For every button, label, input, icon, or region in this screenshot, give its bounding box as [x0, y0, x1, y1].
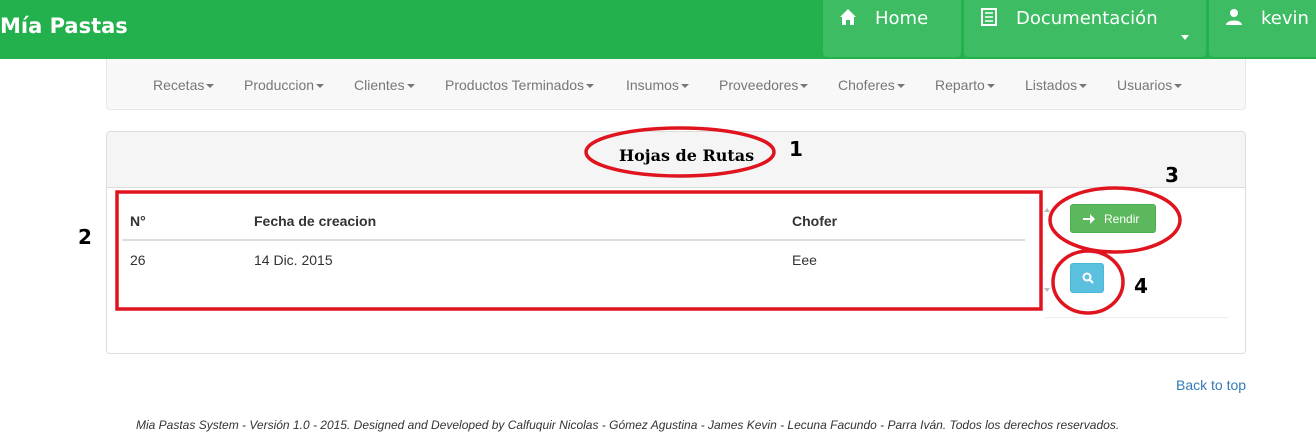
menu-label: Proveedores [719, 77, 799, 93]
menu-label: Listados [1025, 77, 1078, 93]
menu-proveedores[interactable]: Proveedores [719, 77, 809, 93]
caret-icon [986, 84, 995, 89]
document-icon [981, 8, 997, 26]
menu-produccion[interactable]: Produccion [244, 77, 325, 93]
cell-chofer[interactable]: Eee [792, 252, 817, 268]
search-button[interactable] [1070, 263, 1104, 293]
menu-insumos[interactable]: Insumos [626, 77, 689, 93]
caret-icon [586, 84, 595, 89]
menu-listados[interactable]: Listados [1025, 77, 1088, 93]
menu-label: Produccion [244, 77, 315, 93]
main-menu: Recetas Produccion Clientes Productos Te… [106, 59, 1246, 110]
nav-user-label: kevin [1261, 8, 1309, 29]
annotation-number-1: 1 [789, 137, 803, 161]
annotation-number-3: 3 [1165, 163, 1179, 187]
menu-label: Reparto [935, 77, 985, 93]
divider [1045, 317, 1229, 318]
brand-logo[interactable]: Mía Pastas [0, 14, 128, 38]
hojas-de-rutas-panel: Hojas de Rutas [106, 131, 1246, 354]
home-icon [840, 9, 856, 25]
chevron-down-icon [1181, 35, 1189, 40]
menu-label: Insumos [626, 77, 679, 93]
rendir-button[interactable]: Rendir [1070, 204, 1156, 233]
menu-label: Choferes [838, 77, 895, 93]
column-header-fecha[interactable]: Fecha de creacion [254, 213, 376, 229]
column-header-numero[interactable]: N° [130, 213, 146, 229]
nav-documentacion-label: Documentación [1016, 8, 1158, 29]
menu-recetas[interactable]: Recetas [153, 77, 215, 93]
caret-icon [206, 84, 215, 89]
panel-heading: Hojas de Rutas [107, 132, 1245, 188]
back-to-top-link[interactable]: Back to top [1176, 377, 1246, 393]
annotation-number-2: 2 [78, 225, 92, 249]
menu-reparto[interactable]: Reparto [935, 77, 995, 93]
menu-usuarios[interactable]: Usuarios [1117, 77, 1183, 93]
menu-label: Clientes [354, 77, 405, 93]
scroll-up-icon[interactable] [1044, 208, 1050, 212]
arrow-right-icon [1083, 214, 1095, 224]
caret-icon [800, 84, 809, 89]
scroll-down-icon[interactable] [1044, 288, 1050, 292]
user-icon [1226, 9, 1242, 25]
footer-text: Mia Pastas System - Versión 1.0 - 2015. … [136, 418, 1120, 432]
nav-user[interactable]: kevin [1209, 0, 1316, 57]
cell-fecha[interactable]: 14 Dic. 2015 [254, 252, 333, 268]
panel-title: Hojas de Rutas [619, 146, 755, 165]
caret-icon [1174, 84, 1183, 89]
annotation-number-4: 4 [1134, 274, 1148, 298]
menu-choferes[interactable]: Choferes [838, 77, 905, 93]
caret-icon [1079, 84, 1088, 89]
cell-numero[interactable]: 26 [130, 252, 146, 268]
nav-home[interactable]: Home [823, 0, 961, 57]
menu-clientes[interactable]: Clientes [354, 77, 415, 93]
caret-icon [896, 84, 905, 89]
search-icon [1082, 272, 1094, 284]
column-header-chofer[interactable]: Chofer [792, 213, 837, 229]
menu-label: Usuarios [1117, 77, 1173, 93]
nav-home-label: Home [875, 8, 929, 29]
rendir-label: Rendir [1104, 212, 1140, 226]
menu-label: Productos Terminados [445, 77, 585, 93]
caret-icon [406, 84, 415, 89]
table-header-divider [122, 239, 1025, 241]
nav-documentacion[interactable]: Documentación [964, 0, 1206, 57]
top-navbar: Mía Pastas Home Documentación kevin [0, 0, 1316, 59]
caret-icon [680, 84, 689, 89]
menu-label: Recetas [153, 77, 205, 93]
menu-productos-terminados[interactable]: Productos Terminados [445, 77, 595, 93]
caret-icon [316, 84, 325, 89]
